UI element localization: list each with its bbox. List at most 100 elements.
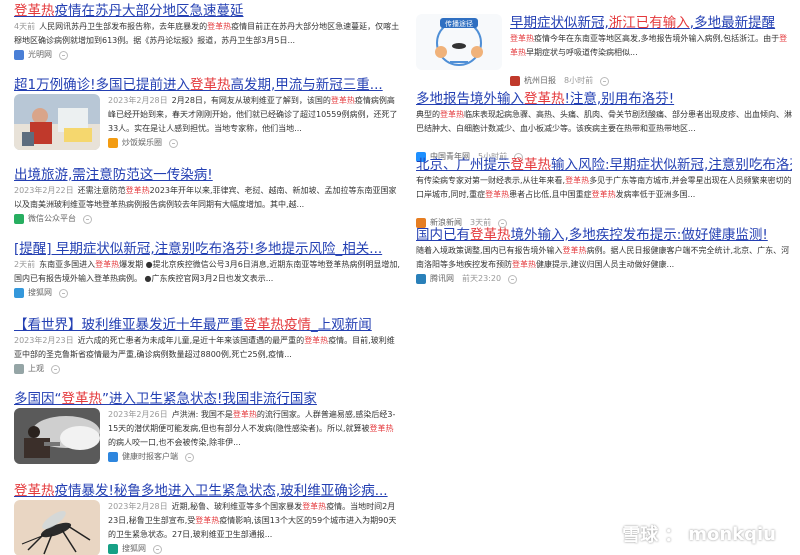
snippet-segment: 随着入境政策调整,国内已有报告境外输入 <box>416 246 563 255</box>
snippet-segment: 登革热 <box>369 424 394 433</box>
thumb-fogging-image <box>14 408 100 464</box>
result-title-link[interactable]: 国内已有登革热境外输入,多地疾控发布提示:做好健康监测! <box>416 226 792 244</box>
snippet-segment: 发病率低于亚洲多国... <box>615 190 696 199</box>
snippet-date: 2023年2月22日 <box>14 186 74 195</box>
title-segment: 高发期,甲流与新冠三重... <box>230 77 383 93</box>
snippet-segment: 登革热 <box>512 260 536 269</box>
snippet-segment: 登革热 <box>125 186 150 195</box>
result-body-with-image: 2023年2月26日 卢洪洲: 我国不是登革热的流行国家。人群普遍易感,感染后经3… <box>14 408 400 464</box>
result-thumbnail[interactable] <box>14 500 100 555</box>
result-title-link[interactable]: 多国因“登革热”进入卫生紧急状态!我国非流行国家 <box>14 390 400 408</box>
source-name[interactable]: 腾讯网 <box>430 273 454 285</box>
snippet-segment: 还需注意防范 <box>77 186 126 195</box>
result-title-link[interactable]: 出境旅游,需注意防范这一传染病! <box>14 166 400 184</box>
source-name[interactable]: 上观 <box>28 363 44 375</box>
snowball-logo-icon <box>595 524 616 544</box>
result-item: [提醒] 早期症状似新冠,注意别吃布洛芬!多地提示风险_相关... 2天前 东南亚多… <box>14 240 400 299</box>
result-source-line: 微信公众平台 <box>14 213 400 225</box>
result-item: 出境旅游,需注意防范这一传染病! 2023年2月22日 还需注意防范登革热2023年… <box>14 166 400 225</box>
result-body-with-image: 2023年2月28日 近期,秘鲁、玻利维亚等多个国家暴发登革热疫情。当地时间2月2… <box>14 500 400 555</box>
result-item: 登革热疫情在苏丹大部分地区急速蔓延 4天前 人民网讯苏丹卫生部发布报告称，去年底暴发… <box>14 2 400 61</box>
result-item: 多地报告境外输入登革热!注意,别用布洛芬! 典型的登革热临床表现起病急骤、高热、头… <box>416 90 792 163</box>
feedback-icon[interactable] <box>508 274 518 284</box>
result-source-line: 搜狐网 <box>14 287 400 299</box>
title-segment: 北京、广州提示 <box>416 157 511 173</box>
feedback-icon[interactable] <box>83 214 92 224</box>
thumb-diagram-label: 传播途径 <box>445 19 473 28</box>
watermark-brand: 雪球 <box>622 525 659 546</box>
feedback-icon[interactable] <box>59 50 68 60</box>
result-snippet: 2023年2月26日 卢洪洲: 我国不是登革热的流行国家。人群普遍易感,感染后经3… <box>108 408 400 450</box>
result-body: 早期症状似新冠,浙江已有输入,多地最新提醒 登革热疫情今年在东南亚等地区高发,多地… <box>510 14 792 87</box>
source-favicon-icon <box>108 544 118 554</box>
snippet-segment: 健康提示,建议归国人员主动做好健康... <box>536 260 675 269</box>
source-name[interactable]: 杭州日报 <box>524 75 556 87</box>
feedback-icon[interactable] <box>153 544 162 554</box>
result-title-link[interactable]: 超1万例确诊!多国已提前进入登革热高发期,甲流与新冠三重... <box>14 76 400 94</box>
source-name[interactable]: 搜狐网 <box>28 287 52 299</box>
result-snippet: 登革热疫情今年在东南亚等地区高发,多地报告境外输入病例,包括浙江。由于登革热早期… <box>510 32 792 74</box>
result-title-link[interactable]: 北京、广州提示登革热输入风险:早期症状似新冠,注意别吃布洛芬! <box>416 156 792 174</box>
snippet-date: 4天前 <box>14 22 36 31</box>
feedback-icon[interactable] <box>185 452 194 462</box>
title-segment: 登革热 <box>470 227 511 243</box>
feedback-icon[interactable] <box>59 288 68 298</box>
result-thumbnail[interactable] <box>14 94 100 150</box>
source-name[interactable]: 微信公众平台 <box>28 213 76 225</box>
result-title-link[interactable]: [提醒] 早期症状似新冠,注意别吃布洛芬!多地提示风险_相关... <box>14 240 400 258</box>
result-item: 登革热疫情暴发!秘鲁多地进入卫生紧急状态,玻利维亚确诊病... 2023年2月28… <box>14 482 400 555</box>
result-source-line: 健康时报客户端 <box>108 451 400 463</box>
result-title-link[interactable]: 登革热疫情暴发!秘鲁多地进入卫生紧急状态,玻利维亚确诊病... <box>14 482 400 500</box>
source-name[interactable]: 光明网 <box>28 49 52 61</box>
title-segment: 出境旅游,需注意防范这一传染病! <box>14 167 213 183</box>
result-snippet: 典型的登革热临床表现起病急骤、高热、头痛、肌肉、骨关节剧烈酸痛、部分患者出现皮疹… <box>416 108 792 150</box>
result-title-link[interactable]: 早期症状似新冠,浙江已有输入,多地最新提醒 <box>510 14 792 32</box>
title-segment: 多地报告境外输入 <box>416 91 524 107</box>
feedback-icon[interactable] <box>169 138 178 148</box>
result-source-line: 搜狐网 <box>108 543 400 555</box>
result-source-line: 炒饭娱乐圈 <box>108 137 400 149</box>
result-item: 传播途径 早期症状似新冠,浙江已有输入,多地最新提醒 登革热疫情今年在东南亚等地区高… <box>416 14 792 87</box>
snippet-segment: 2月28日，有网友从玻利维亚了解到，该国的 <box>171 96 331 105</box>
title-segment: 登革热 <box>190 77 231 93</box>
snippet-segment: 近期,秘鲁、玻利维亚等多个国家暴发 <box>171 502 303 511</box>
snippet-segment: 登革热 <box>195 516 220 525</box>
result-snippet: 有传染病专家对第一财经表示,从往年来看,登革热多见于广东等南方城市,并会零星出现… <box>416 174 792 216</box>
result-body: 2023年2月26日 卢洪洲: 我国不是登革热的流行国家。人群普遍易感,感染后经3… <box>108 408 400 464</box>
result-item: 北京、广州提示登革热输入风险:早期症状似新冠,注意别吃布洛芬! 有传染病专家对第一… <box>416 156 792 229</box>
watermark-user: monkqiu <box>688 523 776 545</box>
snippet-segment: 登革热 <box>485 190 510 199</box>
source-favicon-icon <box>14 288 24 298</box>
result-body: 2023年2月28日 2月28日，有网友从玻利维亚了解到，该国的登革热疫情病例高峰… <box>108 94 400 150</box>
result-source-line: 腾讯网 前天23:20 <box>416 273 792 285</box>
result-body-with-image: 2023年2月28日 2月28日，有网友从玻利维亚了解到，该国的登革热疫情病例高峰… <box>14 94 400 150</box>
result-item: 国内已有登革热境外输入,多地疾控发布提示:做好健康监测! 随着入境政策调整,国内已… <box>416 226 792 285</box>
result-title-link[interactable]: 多地报告境外输入登革热!注意,别用布洛芬! <box>416 90 792 108</box>
snippet-segment: 临床表现起病急骤、高热、头痛、肌肉、骨关节剧烈酸痛、部分患者出现皮疹、出血倾向、… <box>416 110 792 133</box>
source-name[interactable]: 搜狐网 <box>122 543 146 555</box>
result-snippet: 随着入境政策调整,国内已有报告境外输入登革热病例。据人民日报健康客户端不完全统计… <box>416 244 792 272</box>
source-favicon-icon <box>108 452 118 462</box>
title-segment: 早期症状似新冠, <box>510 15 609 31</box>
source-name[interactable]: 炒饭娱乐圈 <box>122 137 162 149</box>
result-thumbnail[interactable]: 传播途径 <box>416 14 502 70</box>
feedback-icon[interactable] <box>51 364 60 374</box>
result-title-link[interactable]: 登革热疫情在苏丹大部分地区急速蔓延 <box>14 2 400 20</box>
thumb-hospital-image <box>14 94 100 150</box>
feedback-icon[interactable] <box>600 76 610 86</box>
snippet-segment: 登革热 <box>510 34 534 43</box>
snippet-segment: 登革热 <box>591 190 616 199</box>
snippet-segment: 登革热 <box>302 502 327 511</box>
source-favicon-icon <box>108 138 118 148</box>
source-favicon-icon <box>510 76 520 86</box>
result-thumbnail[interactable] <box>14 408 100 464</box>
result-title-link[interactable]: 【看世界】玻利维亚暴发近十年最严重登革热疫情_上观新闻 <box>14 316 400 334</box>
source-name[interactable]: 健康时报客户端 <box>122 451 178 463</box>
snippet-date: 2023年2月28日 <box>108 502 168 511</box>
title-segment: 疫情暴发!秘鲁多地进入卫生紧急状态,玻利维亚确诊病... <box>54 483 388 499</box>
result-item: 【看世界】玻利维亚暴发近十年最严重登革热疫情_上观新闻 2023年2月23日 近六成… <box>14 316 400 375</box>
publish-time: 前天23:20 <box>462 274 502 283</box>
snippet-segment: 登革热 <box>330 96 355 105</box>
title-segment: 超1万例确诊!多国已提前进入 <box>14 77 191 93</box>
title-segment: 输入风险:早期症状似新冠,注意别吃布洛芬! <box>551 157 792 173</box>
